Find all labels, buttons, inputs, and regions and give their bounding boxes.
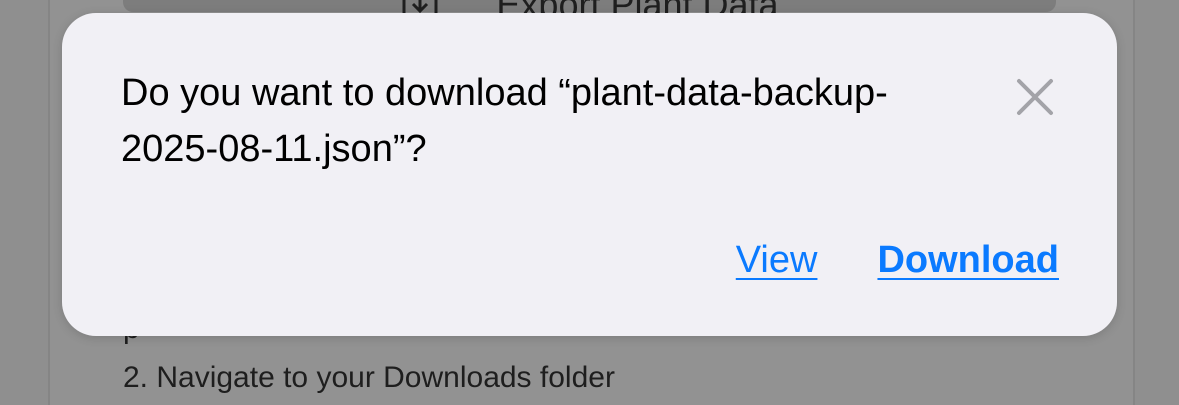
view-button[interactable]: View	[736, 239, 818, 282]
close-icon	[1017, 79, 1053, 115]
background-step-2: 2. Navigate to your Downloads folder	[123, 361, 615, 394]
download-dialog: Do you want to download “plant-data-back…	[62, 13, 1117, 336]
dialog-message: Do you want to download “plant-data-back…	[121, 72, 888, 170]
export-plant-data-button[interactable]: Export Plant Data	[123, 0, 1056, 25]
dialog-actions: View Download	[736, 239, 1059, 282]
close-button[interactable]	[1011, 73, 1059, 121]
download-button[interactable]: Download	[877, 239, 1059, 282]
